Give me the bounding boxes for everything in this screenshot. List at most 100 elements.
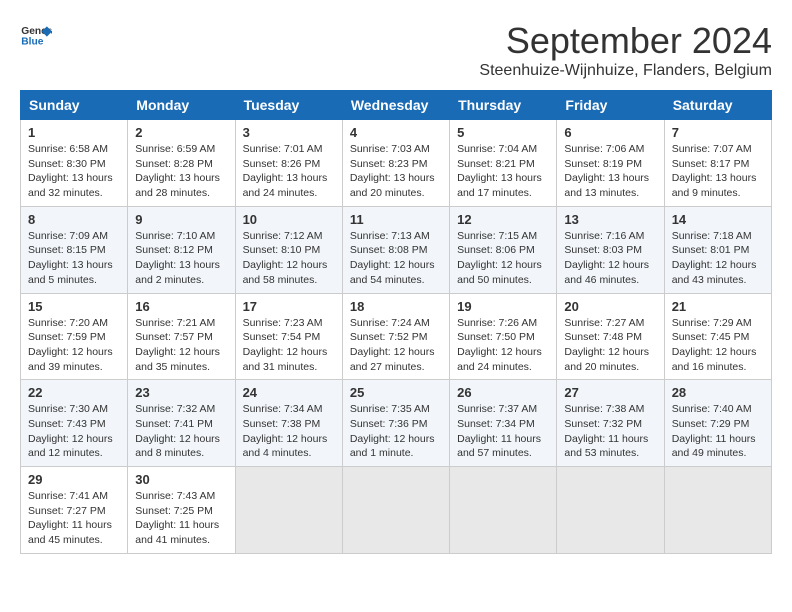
sunrise-text: Sunrise: 7:04 AM bbox=[457, 143, 537, 155]
day-number: 18 bbox=[350, 299, 442, 314]
day-number: 1 bbox=[28, 125, 120, 140]
table-row: 15 Sunrise: 7:20 AM Sunset: 7:59 PM Dayl… bbox=[21, 293, 128, 380]
table-row: 9 Sunrise: 7:10 AM Sunset: 8:12 PM Dayli… bbox=[128, 206, 235, 293]
table-row: 2 Sunrise: 6:59 AM Sunset: 8:28 PM Dayli… bbox=[128, 120, 235, 207]
sunrise-text: Sunrise: 7:21 AM bbox=[135, 317, 215, 329]
sunrise-text: Sunrise: 7:10 AM bbox=[135, 230, 215, 242]
cell-content: Sunrise: 7:20 AM Sunset: 7:59 PM Dayligh… bbox=[28, 316, 120, 375]
day-number: 26 bbox=[457, 385, 549, 400]
cell-content: Sunrise: 7:15 AM Sunset: 8:06 PM Dayligh… bbox=[457, 229, 549, 288]
daylight-text: Daylight: 13 hours and 20 minutes. bbox=[350, 172, 435, 199]
sunset-text: Sunset: 7:54 PM bbox=[243, 331, 321, 343]
day-number: 11 bbox=[350, 212, 442, 227]
table-row: 25 Sunrise: 7:35 AM Sunset: 7:36 PM Dayl… bbox=[342, 380, 449, 467]
sunset-text: Sunset: 8:26 PM bbox=[243, 158, 321, 170]
table-row: 13 Sunrise: 7:16 AM Sunset: 8:03 PM Dayl… bbox=[557, 206, 664, 293]
sunset-text: Sunset: 7:41 PM bbox=[135, 418, 213, 430]
daylight-text: Daylight: 12 hours and 50 minutes. bbox=[457, 259, 542, 286]
day-number: 12 bbox=[457, 212, 549, 227]
daylight-text: Daylight: 12 hours and 43 minutes. bbox=[672, 259, 757, 286]
sunrise-text: Sunrise: 7:15 AM bbox=[457, 230, 537, 242]
sunset-text: Sunset: 7:59 PM bbox=[28, 331, 106, 343]
sunrise-text: Sunrise: 7:18 AM bbox=[672, 230, 752, 242]
daylight-text: Daylight: 11 hours and 41 minutes. bbox=[135, 519, 219, 546]
daylight-text: Daylight: 11 hours and 49 minutes. bbox=[672, 433, 756, 460]
table-row: 16 Sunrise: 7:21 AM Sunset: 7:57 PM Dayl… bbox=[128, 293, 235, 380]
table-row: 18 Sunrise: 7:24 AM Sunset: 7:52 PM Dayl… bbox=[342, 293, 449, 380]
table-row: 20 Sunrise: 7:27 AM Sunset: 7:48 PM Dayl… bbox=[557, 293, 664, 380]
sunrise-text: Sunrise: 7:41 AM bbox=[28, 490, 108, 502]
logo-icon: General Blue bbox=[20, 20, 52, 52]
sunrise-text: Sunrise: 7:24 AM bbox=[350, 317, 430, 329]
table-row: 27 Sunrise: 7:38 AM Sunset: 7:32 PM Dayl… bbox=[557, 380, 664, 467]
daylight-text: Daylight: 13 hours and 32 minutes. bbox=[28, 172, 113, 199]
daylight-text: Daylight: 12 hours and 4 minutes. bbox=[243, 433, 328, 460]
cell-content: Sunrise: 7:27 AM Sunset: 7:48 PM Dayligh… bbox=[564, 316, 656, 375]
table-row: 8 Sunrise: 7:09 AM Sunset: 8:15 PM Dayli… bbox=[21, 206, 128, 293]
daylight-text: Daylight: 12 hours and 27 minutes. bbox=[350, 346, 435, 373]
cell-content: Sunrise: 7:37 AM Sunset: 7:34 PM Dayligh… bbox=[457, 402, 549, 461]
cell-content: Sunrise: 7:03 AM Sunset: 8:23 PM Dayligh… bbox=[350, 142, 442, 201]
cell-content: Sunrise: 7:18 AM Sunset: 8:01 PM Dayligh… bbox=[672, 229, 764, 288]
daylight-text: Daylight: 13 hours and 5 minutes. bbox=[28, 259, 113, 286]
table-row bbox=[450, 467, 557, 554]
day-number: 30 bbox=[135, 472, 227, 487]
table-row: 28 Sunrise: 7:40 AM Sunset: 7:29 PM Dayl… bbox=[664, 380, 771, 467]
calendar-table: Sunday Monday Tuesday Wednesday Thursday… bbox=[20, 90, 772, 554]
page-subtitle: Steenhuize-Wijnhuize, Flanders, Belgium bbox=[479, 62, 772, 80]
daylight-text: Daylight: 13 hours and 24 minutes. bbox=[243, 172, 328, 199]
day-number: 10 bbox=[243, 212, 335, 227]
table-row bbox=[235, 467, 342, 554]
table-row: 29 Sunrise: 7:41 AM Sunset: 7:27 PM Dayl… bbox=[21, 467, 128, 554]
sunset-text: Sunset: 7:43 PM bbox=[28, 418, 106, 430]
sunrise-text: Sunrise: 6:59 AM bbox=[135, 143, 215, 155]
cell-content: Sunrise: 7:04 AM Sunset: 8:21 PM Dayligh… bbox=[457, 142, 549, 201]
sunset-text: Sunset: 8:06 PM bbox=[457, 244, 535, 256]
table-row: 26 Sunrise: 7:37 AM Sunset: 7:34 PM Dayl… bbox=[450, 380, 557, 467]
calendar-week-2: 8 Sunrise: 7:09 AM Sunset: 8:15 PM Dayli… bbox=[21, 206, 772, 293]
cell-content: Sunrise: 7:16 AM Sunset: 8:03 PM Dayligh… bbox=[564, 229, 656, 288]
title-section: September 2024 Steenhuize-Wijnhuize, Fla… bbox=[479, 20, 772, 80]
cell-content: Sunrise: 7:26 AM Sunset: 7:50 PM Dayligh… bbox=[457, 316, 549, 375]
calendar-week-4: 22 Sunrise: 7:30 AM Sunset: 7:43 PM Dayl… bbox=[21, 380, 772, 467]
sunrise-text: Sunrise: 7:29 AM bbox=[672, 317, 752, 329]
table-row bbox=[342, 467, 449, 554]
cell-content: Sunrise: 7:12 AM Sunset: 8:10 PM Dayligh… bbox=[243, 229, 335, 288]
cell-content: Sunrise: 7:34 AM Sunset: 7:38 PM Dayligh… bbox=[243, 402, 335, 461]
table-row: 3 Sunrise: 7:01 AM Sunset: 8:26 PM Dayli… bbox=[235, 120, 342, 207]
day-number: 13 bbox=[564, 212, 656, 227]
table-row: 6 Sunrise: 7:06 AM Sunset: 8:19 PM Dayli… bbox=[557, 120, 664, 207]
day-number: 25 bbox=[350, 385, 442, 400]
table-row: 17 Sunrise: 7:23 AM Sunset: 7:54 PM Dayl… bbox=[235, 293, 342, 380]
table-row: 14 Sunrise: 7:18 AM Sunset: 8:01 PM Dayl… bbox=[664, 206, 771, 293]
day-number: 20 bbox=[564, 299, 656, 314]
sunset-text: Sunset: 8:01 PM bbox=[672, 244, 750, 256]
sunset-text: Sunset: 8:10 PM bbox=[243, 244, 321, 256]
calendar-week-3: 15 Sunrise: 7:20 AM Sunset: 7:59 PM Dayl… bbox=[21, 293, 772, 380]
calendar-week-1: 1 Sunrise: 6:58 AM Sunset: 8:30 PM Dayli… bbox=[21, 120, 772, 207]
sunrise-text: Sunrise: 7:35 AM bbox=[350, 403, 430, 415]
table-row: 24 Sunrise: 7:34 AM Sunset: 7:38 PM Dayl… bbox=[235, 380, 342, 467]
sunrise-text: Sunrise: 7:43 AM bbox=[135, 490, 215, 502]
daylight-text: Daylight: 12 hours and 24 minutes. bbox=[457, 346, 542, 373]
daylight-text: Daylight: 13 hours and 2 minutes. bbox=[135, 259, 220, 286]
daylight-text: Daylight: 12 hours and 54 minutes. bbox=[350, 259, 435, 286]
cell-content: Sunrise: 7:24 AM Sunset: 7:52 PM Dayligh… bbox=[350, 316, 442, 375]
table-row: 4 Sunrise: 7:03 AM Sunset: 8:23 PM Dayli… bbox=[342, 120, 449, 207]
cell-content: Sunrise: 6:59 AM Sunset: 8:28 PM Dayligh… bbox=[135, 142, 227, 201]
sunrise-text: Sunrise: 6:58 AM bbox=[28, 143, 108, 155]
sunset-text: Sunset: 7:27 PM bbox=[28, 505, 106, 517]
cell-content: Sunrise: 7:30 AM Sunset: 7:43 PM Dayligh… bbox=[28, 402, 120, 461]
sunrise-text: Sunrise: 7:01 AM bbox=[243, 143, 323, 155]
sunset-text: Sunset: 8:12 PM bbox=[135, 244, 213, 256]
sunrise-text: Sunrise: 7:32 AM bbox=[135, 403, 215, 415]
header-tuesday: Tuesday bbox=[235, 91, 342, 120]
sunrise-text: Sunrise: 7:27 AM bbox=[564, 317, 644, 329]
daylight-text: Daylight: 11 hours and 45 minutes. bbox=[28, 519, 112, 546]
cell-content: Sunrise: 6:58 AM Sunset: 8:30 PM Dayligh… bbox=[28, 142, 120, 201]
daylight-text: Daylight: 12 hours and 16 minutes. bbox=[672, 346, 757, 373]
sunset-text: Sunset: 7:45 PM bbox=[672, 331, 750, 343]
day-number: 7 bbox=[672, 125, 764, 140]
svg-text:Blue: Blue bbox=[21, 36, 43, 47]
cell-content: Sunrise: 7:38 AM Sunset: 7:32 PM Dayligh… bbox=[564, 402, 656, 461]
